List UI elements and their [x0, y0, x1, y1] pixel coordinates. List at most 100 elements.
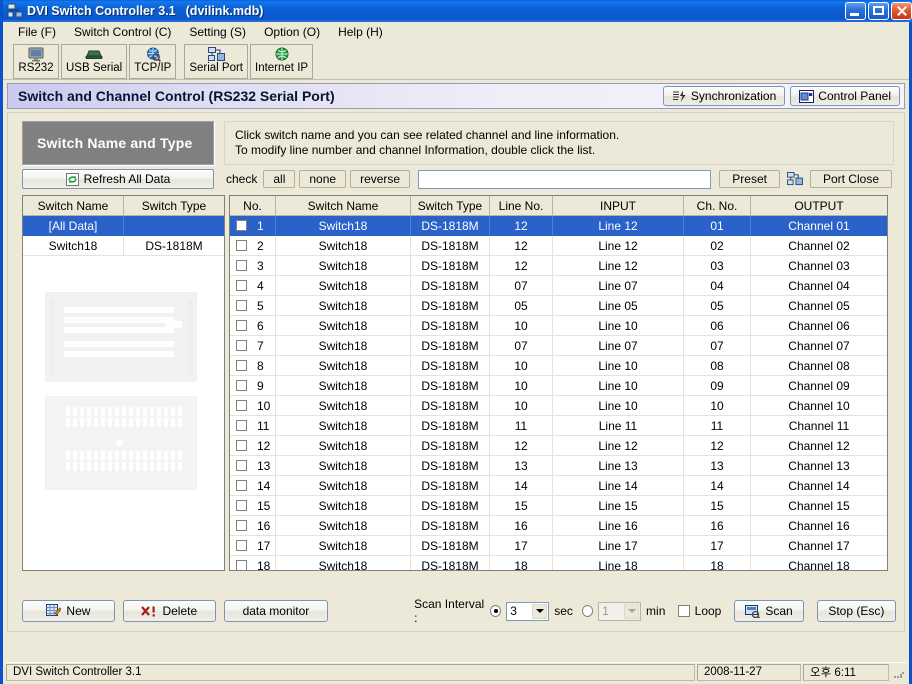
section-actions: Synchronization Control Panel: [662, 86, 900, 106]
row-checkbox[interactable]: [236, 339, 247, 351]
channel-col-switch-name[interactable]: Switch Name: [275, 196, 411, 216]
table-row[interactable]: 13 Switch18 DS-1818M 13 Line 13 13 Channel 13: [230, 455, 887, 476]
maximize-button[interactable]: [868, 2, 889, 20]
list-item[interactable]: [All Data]: [23, 215, 224, 236]
row-checkbox[interactable]: [236, 499, 247, 511]
network-config-icon[interactable]: [787, 172, 803, 186]
scan-interval-min-radio[interactable]: [581, 605, 594, 617]
channel-cell-ch-no: 10: [683, 395, 751, 416]
channel-col-output[interactable]: OUTPUT: [750, 196, 887, 216]
channel-cell-ch-no: 05: [683, 295, 751, 316]
table-row[interactable]: 4 Switch18 DS-1818M 07 Line 07 04 Channel 04: [230, 275, 887, 296]
switch-list-col-name[interactable]: Switch Name: [23, 196, 124, 216]
channel-cell-switch-type: DS-1818M: [410, 235, 490, 256]
resize-grip-icon[interactable]: [891, 665, 905, 679]
minimize-button[interactable]: [845, 2, 866, 20]
delete-button[interactable]: Delete: [122, 600, 216, 622]
scan-interval-sec-radio[interactable]: [490, 605, 502, 617]
table-row[interactable]: 1 Switch18 DS-1818M 12 Line 12 01 Channel 01: [230, 215, 887, 236]
row-number: 17: [257, 538, 271, 553]
scan-interval-min-select[interactable]: 1: [598, 601, 642, 621]
toolbar-button-internet-ip[interactable]: Internet IP: [250, 44, 314, 79]
channel-cell-no: 6: [230, 315, 276, 336]
channel-col-input[interactable]: INPUT: [552, 196, 684, 216]
toolbar-button-usb-serial[interactable]: USB Serial: [61, 44, 128, 79]
row-checkbox[interactable]: [236, 399, 247, 411]
row-number: 15: [257, 498, 271, 513]
menu-item-help[interactable]: Help (H): [329, 23, 392, 41]
channel-cell-ch-no: 04: [683, 275, 751, 296]
channel-cell-input: Line 12: [552, 215, 684, 236]
control-panel-button[interactable]: Control Panel: [790, 86, 900, 106]
channel-cell-output: Channel 11: [750, 415, 887, 436]
toolbar-button-rs232[interactable]: RS232: [13, 44, 59, 79]
table-row[interactable]: 6 Switch18 DS-1818M 10 Line 10 06 Channel 06: [230, 315, 887, 336]
list-item[interactable]: Switch18 DS-1818M: [23, 235, 224, 256]
data-monitor-button[interactable]: data monitor: [223, 600, 329, 622]
check-reverse-button[interactable]: reverse: [350, 170, 411, 188]
table-row[interactable]: 5 Switch18 DS-1818M 05 Line 05 05 Channel 05: [230, 295, 887, 316]
new-button[interactable]: New: [22, 600, 115, 622]
table-row[interactable]: 17 Switch18 DS-1818M 17 Line 17 17 Channel 17: [230, 535, 887, 556]
channel-col-switch-type[interactable]: Switch Type: [410, 196, 490, 216]
refresh-all-data-button[interactable]: Refresh All Data: [22, 169, 214, 189]
toolbar-button-tcpip[interactable]: TCP/IP: [129, 44, 177, 79]
main-panel: Switch Name and Type Click switch name a…: [7, 112, 905, 632]
row-checkbox[interactable]: [236, 299, 247, 311]
table-row[interactable]: 12 Switch18 DS-1818M 12 Line 12 12 Channel 12: [230, 435, 887, 456]
row-checkbox[interactable]: [236, 479, 247, 491]
scan-interval-sec-select[interactable]: 3: [506, 601, 550, 621]
channel-cell-switch-name: Switch18: [275, 535, 411, 556]
table-row[interactable]: 7 Switch18 DS-1818M 07 Line 07 07 Channel 07: [230, 335, 887, 356]
menu-item-switch-control[interactable]: Switch Control (C): [65, 23, 180, 41]
row-checkbox[interactable]: [236, 379, 247, 391]
channel-col-ch-no[interactable]: Ch. No.: [683, 196, 751, 216]
table-row[interactable]: 2 Switch18 DS-1818M 12 Line 12 02 Channel 02: [230, 235, 887, 256]
loop-checkbox[interactable]: [678, 605, 690, 617]
table-row[interactable]: 11 Switch18 DS-1818M 11 Line 11 11 Channel 11: [230, 415, 887, 436]
port-close-button[interactable]: Port Close: [809, 170, 892, 188]
search-input[interactable]: [418, 169, 712, 189]
channel-cell-switch-type: DS-1818M: [410, 455, 490, 476]
menu-item-option[interactable]: Option (O): [255, 23, 329, 41]
table-row[interactable]: 10 Switch18 DS-1818M 10 Line 10 10 Channel 10: [230, 395, 887, 416]
table-row[interactable]: 9 Switch18 DS-1818M 10 Line 10 09 Channel 09: [230, 375, 887, 396]
check-all-button[interactable]: all: [263, 170, 296, 188]
switch-list[interactable]: Switch Name Switch Type [All Data] Switc…: [22, 195, 225, 571]
row-checkbox[interactable]: [236, 459, 247, 471]
table-row[interactable]: 15 Switch18 DS-1818M 15 Line 15 15 Channel 15: [230, 495, 887, 516]
row-checkbox[interactable]: [236, 219, 247, 231]
scan-button[interactable]: Scan: [734, 600, 804, 622]
table-row[interactable]: 8 Switch18 DS-1818M 10 Line 10 08 Channel 08: [230, 355, 887, 376]
channel-cell-switch-name: Switch18: [275, 555, 411, 570]
row-checkbox[interactable]: [236, 439, 247, 451]
row-checkbox[interactable]: [236, 419, 247, 431]
toolbar-button-serial-port[interactable]: Serial Port: [184, 44, 248, 79]
channel-cell-ch-no: 06: [683, 315, 751, 336]
check-none-button[interactable]: none: [299, 170, 347, 188]
row-checkbox[interactable]: [236, 519, 247, 531]
toolbar-label-tcpip: TCP/IP: [134, 62, 172, 74]
table-row[interactable]: 3 Switch18 DS-1818M 12 Line 12 03 Channel 03: [230, 255, 887, 276]
table-row[interactable]: 18 Switch18 DS-1818M 18 Line 18 18 Channel 18: [230, 555, 887, 570]
title-bar: DVI Switch Controller 3.1 (dvilink.mdb): [3, 0, 912, 22]
close-button[interactable]: [891, 2, 912, 20]
row-checkbox[interactable]: [236, 539, 247, 551]
menu-item-file[interactable]: File (F): [9, 23, 65, 41]
stop-button[interactable]: Stop (Esc): [816, 600, 897, 622]
table-row[interactable]: 16 Switch18 DS-1818M 16 Line 16 16 Channel 16: [230, 515, 887, 536]
table-row[interactable]: 14 Switch18 DS-1818M 14 Line 14 14 Channel 14: [230, 475, 887, 496]
row-checkbox[interactable]: [236, 559, 247, 570]
channel-col-no[interactable]: No.: [230, 196, 276, 216]
synchronization-button[interactable]: Synchronization: [662, 86, 786, 106]
switch-list-col-type[interactable]: Switch Type: [123, 196, 224, 216]
row-checkbox[interactable]: [236, 279, 247, 291]
row-checkbox[interactable]: [236, 259, 247, 271]
menu-item-setting[interactable]: Setting (S): [180, 23, 255, 41]
row-checkbox[interactable]: [236, 359, 247, 371]
row-checkbox[interactable]: [236, 319, 247, 331]
row-checkbox[interactable]: [236, 239, 247, 251]
channel-table[interactable]: No. Switch Name Switch Type Line No. INP…: [229, 195, 888, 571]
channel-col-line-no[interactable]: Line No.: [489, 196, 553, 216]
preset-button[interactable]: Preset: [719, 170, 780, 188]
